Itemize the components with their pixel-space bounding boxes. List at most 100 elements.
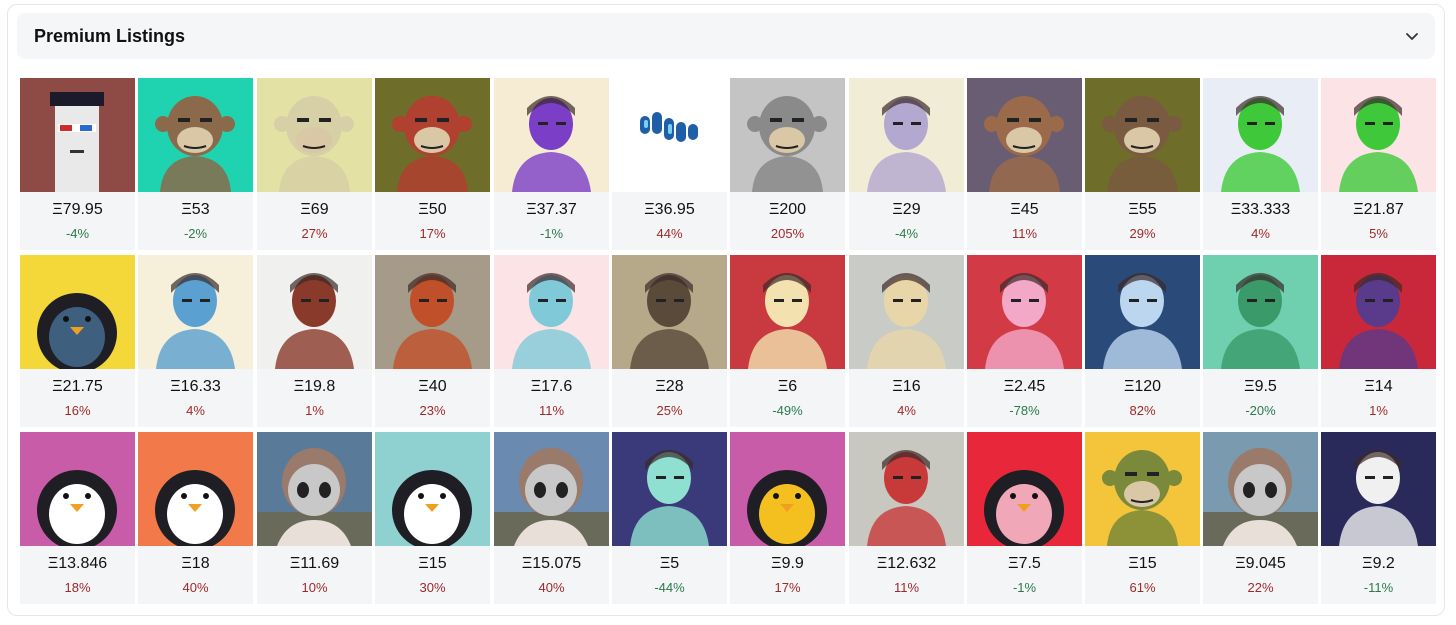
listing-card[interactable]: Ξ19.8 1% bbox=[257, 255, 372, 427]
nft-thumbnail[interactable] bbox=[730, 78, 845, 192]
listing-card[interactable]: Ξ45 11% bbox=[967, 78, 1082, 250]
nft-thumbnail[interactable] bbox=[1321, 255, 1436, 369]
nft-thumbnail[interactable] bbox=[375, 255, 490, 369]
listing-card[interactable]: Ξ7.5 -1% bbox=[967, 432, 1082, 604]
panel-header[interactable]: Premium Listings bbox=[17, 13, 1435, 59]
nft-artwork-icon bbox=[1085, 255, 1200, 369]
nft-thumbnail[interactable] bbox=[20, 255, 135, 369]
nft-artwork-icon bbox=[730, 432, 845, 546]
nft-thumbnail[interactable] bbox=[138, 432, 253, 546]
listing-card[interactable]: Ξ36.95 44% bbox=[612, 78, 727, 250]
listing-change: 16% bbox=[64, 403, 91, 418]
listing-card[interactable]: Ξ2.45 -78% bbox=[967, 255, 1082, 427]
listing-card[interactable]: Ξ13.846 18% bbox=[20, 432, 135, 604]
nft-thumbnail[interactable] bbox=[1085, 255, 1200, 369]
listing-price: Ξ55 bbox=[1128, 201, 1157, 218]
nft-thumbnail[interactable] bbox=[1321, 78, 1436, 192]
listing-price: Ξ37.37 bbox=[526, 201, 577, 218]
listing-card[interactable]: Ξ5 -44% bbox=[612, 432, 727, 604]
listing-card[interactable]: Ξ200 205% bbox=[730, 78, 845, 250]
listing-card[interactable]: Ξ29 -4% bbox=[849, 78, 964, 250]
nft-thumbnail[interactable] bbox=[730, 432, 845, 546]
nft-thumbnail[interactable] bbox=[612, 432, 727, 546]
listing-card[interactable]: Ξ9.5 -20% bbox=[1203, 255, 1318, 427]
listing-card[interactable]: Ξ15 30% bbox=[375, 432, 490, 604]
nft-artwork-icon bbox=[967, 78, 1082, 192]
nft-thumbnail[interactable] bbox=[849, 78, 964, 192]
nft-artwork-icon bbox=[612, 78, 727, 192]
listing-card[interactable]: Ξ53 -2% bbox=[138, 78, 253, 250]
nft-thumbnail[interactable] bbox=[967, 78, 1082, 192]
nft-thumbnail[interactable] bbox=[494, 78, 609, 192]
listing-card[interactable]: Ξ14 1% bbox=[1321, 255, 1436, 427]
listing-card[interactable]: Ξ21.87 5% bbox=[1321, 78, 1436, 250]
nft-thumbnail[interactable] bbox=[967, 432, 1082, 546]
nft-thumbnail[interactable] bbox=[967, 255, 1082, 369]
nft-thumbnail[interactable] bbox=[138, 255, 253, 369]
listing-change: -78% bbox=[1009, 403, 1040, 418]
nft-artwork-icon bbox=[967, 255, 1082, 369]
nft-thumbnail[interactable] bbox=[849, 255, 964, 369]
listing-card[interactable]: Ξ12.632 11% bbox=[849, 432, 964, 604]
listing-card[interactable]: Ξ15 61% bbox=[1085, 432, 1200, 604]
nft-thumbnail[interactable] bbox=[1203, 255, 1318, 369]
nft-thumbnail[interactable] bbox=[375, 432, 490, 546]
nft-thumbnail[interactable] bbox=[257, 78, 372, 192]
listing-price: Ξ21.87 bbox=[1353, 201, 1404, 218]
nft-thumbnail[interactable] bbox=[20, 78, 135, 192]
listing-card[interactable]: Ξ33.333 4% bbox=[1203, 78, 1318, 250]
listing-card[interactable]: Ξ37.37 -1% bbox=[494, 78, 609, 250]
listing-card[interactable]: Ξ17.6 11% bbox=[494, 255, 609, 427]
nft-thumbnail[interactable] bbox=[1085, 78, 1200, 192]
listing-card[interactable]: Ξ120 82% bbox=[1085, 255, 1200, 427]
listing-price: Ξ19.8 bbox=[293, 378, 336, 395]
panel-title: Premium Listings bbox=[34, 26, 186, 46]
nft-artwork-icon bbox=[20, 78, 135, 192]
nft-thumbnail[interactable] bbox=[138, 78, 253, 192]
chevron-down-icon[interactable] bbox=[1403, 27, 1421, 45]
nft-thumbnail[interactable] bbox=[20, 432, 135, 546]
listing-card[interactable]: Ξ28 25% bbox=[612, 255, 727, 427]
listing-card[interactable]: Ξ9.045 22% bbox=[1203, 432, 1318, 604]
listing-card[interactable]: Ξ9.2 -11% bbox=[1321, 432, 1436, 604]
nft-thumbnail[interactable] bbox=[494, 255, 609, 369]
listing-card[interactable]: Ξ6 -49% bbox=[730, 255, 845, 427]
listing-card[interactable]: Ξ16.33 4% bbox=[138, 255, 253, 427]
listing-card[interactable]: Ξ69 27% bbox=[257, 78, 372, 250]
nft-thumbnail[interactable] bbox=[1321, 432, 1436, 546]
listing-change: 44% bbox=[656, 226, 683, 241]
listing-price: Ξ79.95 bbox=[52, 201, 103, 218]
nft-thumbnail[interactable] bbox=[1085, 432, 1200, 546]
listing-change: -20% bbox=[1245, 403, 1276, 418]
nft-artwork-icon bbox=[138, 432, 253, 546]
listing-card[interactable]: Ξ18 40% bbox=[138, 432, 253, 604]
nft-thumbnail[interactable] bbox=[494, 432, 609, 546]
nft-thumbnail[interactable] bbox=[257, 432, 372, 546]
listing-card[interactable]: Ξ11.69 10% bbox=[257, 432, 372, 604]
nft-thumbnail[interactable] bbox=[257, 255, 372, 369]
listing-card[interactable]: Ξ40 23% bbox=[375, 255, 490, 427]
nft-artwork-icon bbox=[730, 78, 845, 192]
listing-card[interactable]: Ξ16 4% bbox=[849, 255, 964, 427]
nft-thumbnail[interactable] bbox=[1203, 432, 1318, 546]
listing-card[interactable]: Ξ9.9 17% bbox=[730, 432, 845, 604]
nft-thumbnail[interactable] bbox=[612, 255, 727, 369]
listing-card[interactable]: Ξ21.75 16% bbox=[20, 255, 135, 427]
nft-thumbnail[interactable] bbox=[375, 78, 490, 192]
listing-price: Ξ7.5 bbox=[1008, 555, 1041, 572]
listing-card[interactable]: Ξ50 17% bbox=[375, 78, 490, 250]
nft-thumbnail[interactable] bbox=[612, 78, 727, 192]
listing-price: Ξ33.333 bbox=[1230, 201, 1291, 218]
nft-artwork-icon bbox=[967, 432, 1082, 546]
listing-price: Ξ5 bbox=[659, 555, 680, 572]
listing-change: 61% bbox=[1129, 580, 1156, 595]
nft-artwork-icon bbox=[138, 255, 253, 369]
nft-thumbnail[interactable] bbox=[730, 255, 845, 369]
listing-card[interactable]: Ξ55 29% bbox=[1085, 78, 1200, 250]
listing-price: Ξ16.33 bbox=[170, 378, 221, 395]
listing-card[interactable]: Ξ79.95 -4% bbox=[20, 78, 135, 250]
listing-card[interactable]: Ξ15.075 40% bbox=[494, 432, 609, 604]
nft-thumbnail[interactable] bbox=[1203, 78, 1318, 192]
nft-thumbnail[interactable] bbox=[849, 432, 964, 546]
nft-artwork-icon bbox=[612, 255, 727, 369]
